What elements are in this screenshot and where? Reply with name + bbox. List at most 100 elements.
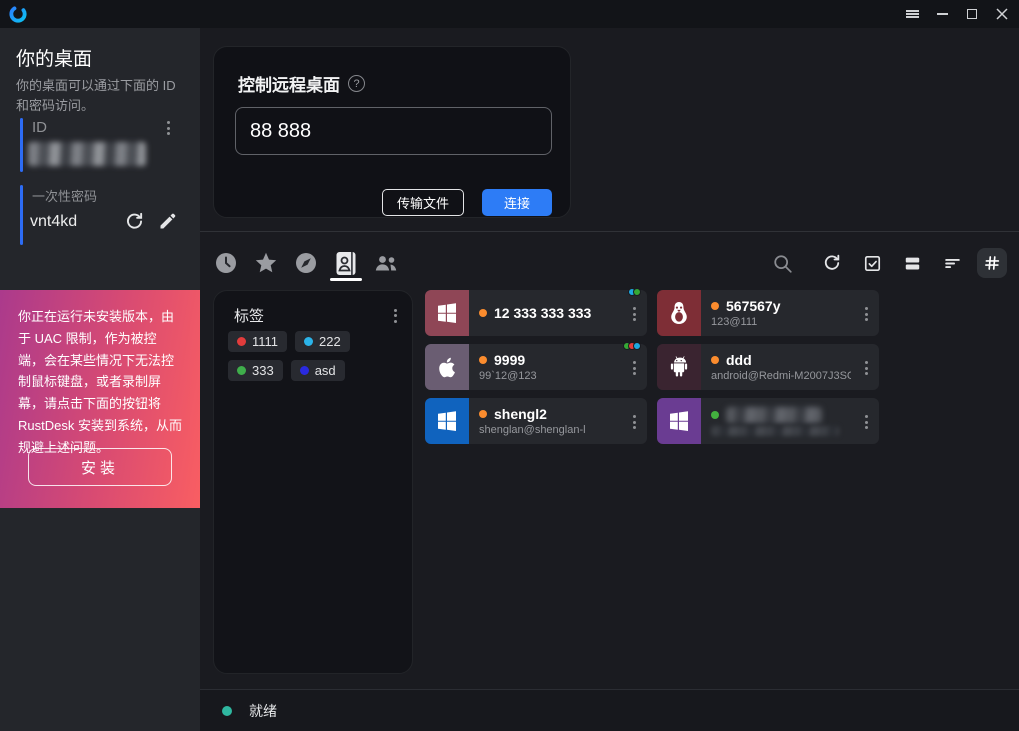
badge-dot bbox=[633, 342, 641, 350]
password-accent-bar bbox=[20, 185, 23, 245]
sort-icon[interactable] bbox=[937, 248, 967, 278]
help-icon[interactable]: ? bbox=[348, 75, 365, 92]
desktop-section-description: 你的桌面可以通过下面的 ID 和密码访问。 bbox=[16, 76, 186, 116]
tab-favorites[interactable] bbox=[253, 247, 279, 279]
compass-icon bbox=[294, 251, 318, 275]
linux-icon bbox=[666, 300, 692, 326]
minimize-icon[interactable] bbox=[927, 0, 957, 28]
tab-discovered[interactable] bbox=[293, 247, 319, 279]
one-time-password-label: 一次性密码 bbox=[32, 186, 97, 205]
peer-menu-button[interactable] bbox=[630, 304, 639, 324]
edit-password-icon[interactable] bbox=[158, 211, 180, 233]
id-value-redacted bbox=[28, 142, 146, 166]
peer-menu-button[interactable] bbox=[630, 412, 639, 432]
apple-icon bbox=[435, 355, 460, 380]
tag-list: 1111 222 333 asd bbox=[228, 331, 403, 381]
tag-item[interactable]: 222 bbox=[295, 331, 350, 352]
peer-grid: 12 333 333 333 bbox=[425, 290, 881, 444]
peer-name: 9999 bbox=[494, 352, 525, 368]
tag-color-dot bbox=[304, 337, 313, 346]
windows-icon bbox=[435, 409, 459, 433]
tags-panel: 标签 1111 222 333 asd bbox=[213, 290, 413, 674]
hamburger-menu-icon[interactable] bbox=[897, 0, 927, 28]
grid-view-icon[interactable] bbox=[977, 248, 1007, 278]
peer-tabs bbox=[213, 247, 399, 279]
rustdesk-window: 你的桌面 你的桌面可以通过下面的 ID 和密码访问。 ID 一次性密码 vnt4… bbox=[0, 0, 1019, 731]
ready-status-dot bbox=[222, 706, 232, 716]
os-tile bbox=[657, 290, 701, 336]
cards-view-icon[interactable] bbox=[897, 248, 927, 278]
peer-menu-button[interactable] bbox=[862, 412, 871, 432]
rustdesk-logo-icon bbox=[8, 4, 28, 24]
tags-menu-button[interactable] bbox=[391, 306, 400, 326]
peer-menu-button[interactable] bbox=[862, 304, 871, 324]
os-tile bbox=[425, 290, 469, 336]
session-badges bbox=[626, 342, 641, 350]
tag-item[interactable]: 1111 bbox=[228, 331, 287, 352]
search-icon[interactable] bbox=[767, 248, 797, 278]
tag-label: 333 bbox=[252, 363, 274, 378]
peer-menu-button[interactable] bbox=[630, 358, 639, 378]
online-status-dot bbox=[711, 356, 719, 364]
peer-name: shengl2 bbox=[494, 406, 547, 422]
online-status-dot bbox=[711, 302, 719, 310]
peer-actions bbox=[767, 248, 1007, 278]
tag-color-dot bbox=[300, 366, 309, 375]
refresh-icon[interactable] bbox=[817, 248, 847, 278]
tag-label: 1111 bbox=[252, 334, 278, 349]
peer-name-redacted bbox=[726, 407, 822, 423]
peer-card[interactable]: 9999 99`12@123 bbox=[425, 344, 647, 390]
tag-item[interactable]: 333 bbox=[228, 360, 283, 381]
peer-menu-button[interactable] bbox=[862, 358, 871, 378]
os-tile bbox=[657, 344, 701, 390]
peer-card[interactable]: ddd android@Redmi-M2007J3SC bbox=[657, 344, 879, 390]
online-status-dot bbox=[479, 356, 487, 364]
install-button[interactable]: 安装 bbox=[28, 448, 172, 486]
status-bar: 就绪 bbox=[200, 689, 1019, 731]
windows-icon bbox=[435, 301, 459, 325]
id-menu-button[interactable] bbox=[164, 118, 173, 138]
refresh-password-icon[interactable] bbox=[124, 211, 146, 233]
connect-button[interactable]: 连接 bbox=[482, 189, 552, 216]
online-status-dot bbox=[479, 309, 487, 317]
peer-username: android@Redmi-M2007J3SC bbox=[711, 370, 851, 382]
android-icon bbox=[666, 354, 692, 380]
id-accent-bar bbox=[20, 118, 23, 172]
id-label: ID bbox=[32, 119, 47, 136]
online-status-dot bbox=[479, 410, 487, 418]
tab-group[interactable] bbox=[373, 247, 399, 279]
close-icon[interactable] bbox=[987, 0, 1017, 28]
tag-label: 222 bbox=[319, 334, 341, 349]
tab-address-book[interactable] bbox=[333, 247, 359, 279]
peer-card[interactable] bbox=[657, 398, 879, 444]
remote-id-input[interactable] bbox=[235, 107, 552, 155]
star-icon bbox=[254, 251, 278, 275]
control-remote-desktop-title: 控制远程桌面 bbox=[238, 71, 340, 96]
control-remote-desktop-card: 控制远程桌面 ? 传输文件 连接 bbox=[213, 46, 571, 218]
tag-item[interactable]: asd bbox=[291, 360, 345, 381]
peer-name: 567567y bbox=[726, 298, 781, 314]
clock-icon bbox=[214, 251, 238, 275]
transfer-file-button[interactable]: 传输文件 bbox=[382, 189, 464, 216]
tag-label: asd bbox=[315, 363, 336, 378]
select-checkbox-icon[interactable] bbox=[857, 248, 887, 278]
section-divider bbox=[200, 231, 1019, 232]
peer-name: 12 333 333 333 bbox=[494, 305, 591, 321]
peer-username-redacted bbox=[711, 426, 839, 436]
uninstalled-warning-box: 你正在运行未安装版本，由于 UAC 限制，作为被控端，会在某些情况下无法控制鼠标… bbox=[0, 290, 200, 508]
maximize-icon[interactable] bbox=[957, 0, 987, 28]
sidebar: 你的桌面 你的桌面可以通过下面的 ID 和密码访问。 ID 一次性密码 vnt4… bbox=[0, 28, 200, 731]
tag-color-dot bbox=[237, 366, 246, 375]
peer-card[interactable]: shengl2 shenglan@shenglan-l bbox=[425, 398, 647, 444]
peer-card[interactable]: 567567y 123@111 bbox=[657, 290, 879, 336]
warning-text: 你正在运行未安装版本，由于 UAC 限制，作为被控端，会在某些情况下无法控制鼠标… bbox=[18, 306, 182, 459]
windows-icon bbox=[667, 409, 691, 433]
tags-title: 标签 bbox=[234, 305, 264, 326]
os-tile bbox=[657, 398, 701, 444]
ready-status-text: 就绪 bbox=[249, 701, 277, 721]
peer-username: shenglan@shenglan-l bbox=[479, 424, 619, 436]
tab-recent-sessions[interactable] bbox=[213, 247, 239, 279]
peer-card[interactable]: 12 333 333 333 bbox=[425, 290, 647, 336]
window-controls bbox=[897, 0, 1017, 28]
peer-name: ddd bbox=[726, 352, 752, 368]
